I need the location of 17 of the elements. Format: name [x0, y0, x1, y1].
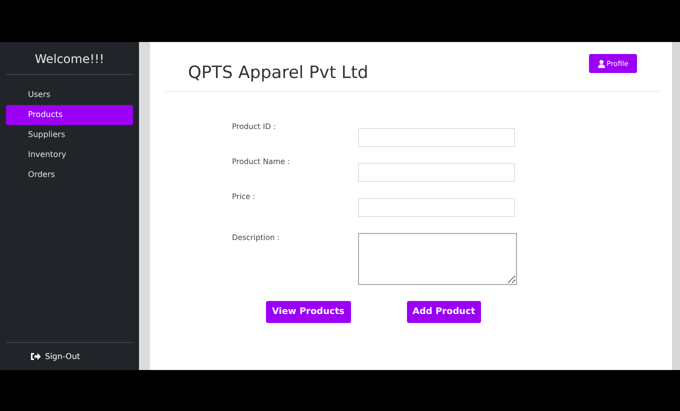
input-field[interactable] — [358, 128, 515, 147]
sidebar-item[interactable]: Suppliers — [6, 125, 133, 145]
text-area[interactable] — [358, 233, 517, 285]
sidebar-item[interactable]: Products — [6, 105, 133, 125]
action-button[interactable]: View Products — [266, 301, 351, 323]
sign-out-link[interactable]: Sign-Out — [45, 352, 80, 361]
sidebar-item[interactable]: Inventory — [6, 145, 133, 165]
sidebar-title: Welcome!!! — [34, 51, 106, 68]
scrollbar[interactable] — [672, 42, 680, 370]
sign-out-icon — [31, 352, 41, 361]
input-field[interactable] — [358, 163, 515, 182]
sidebar-item[interactable]: Orders — [6, 165, 133, 185]
page-title: QPTS Apparel Pvt Ltd — [188, 62, 368, 82]
action-button[interactable]: Add Product — [406, 301, 482, 323]
user-icon — [598, 60, 605, 68]
input-field[interactable] — [358, 198, 515, 217]
sidebar-item[interactable]: Users — [6, 85, 133, 105]
